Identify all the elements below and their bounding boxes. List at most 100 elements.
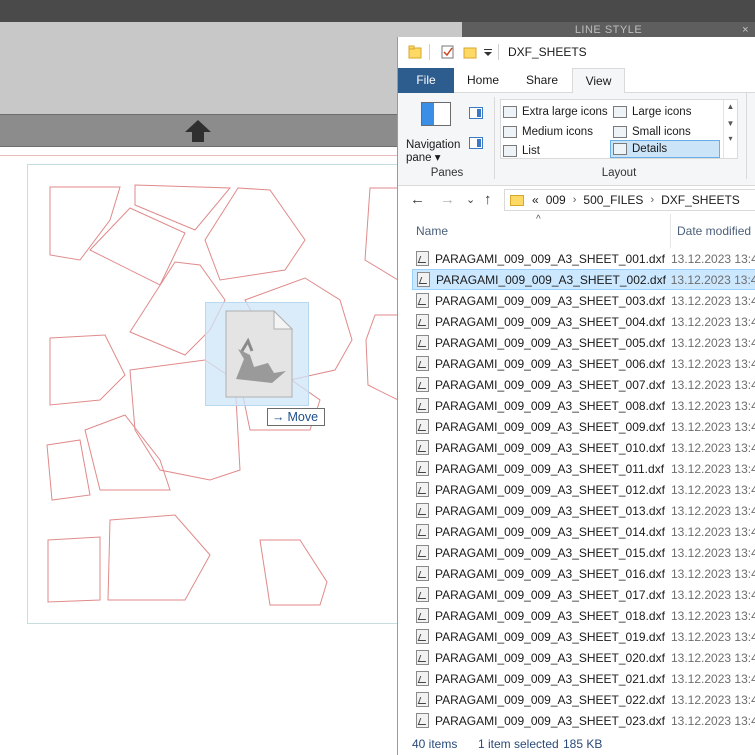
file-date: 13.12.2023 13:4 <box>671 440 755 455</box>
dxf-file-icon <box>416 713 429 728</box>
shape-piece <box>46 439 91 501</box>
chevron-right-icon[interactable]: › <box>650 194 654 206</box>
file-row[interactable]: PARAGAMI_009_009_A3_SHEET_006.dxf 13.12.2… <box>412 353 755 374</box>
file-row[interactable]: PARAGAMI_009_009_A3_SHEET_020.dxf 13.12.2… <box>412 647 755 668</box>
file-row[interactable]: PARAGAMI_009_009_A3_SHEET_003.dxf 13.12.2… <box>412 290 755 311</box>
file-date: 13.12.2023 13:4 <box>671 314 755 329</box>
preview-pane-icon[interactable] <box>469 107 483 119</box>
file-row[interactable]: PARAGAMI_009_009_A3_SHEET_015.dxf 13.12.2… <box>412 542 755 563</box>
move-arrow-icon: → <box>272 410 285 424</box>
new-folder-icon[interactable] <box>463 45 477 59</box>
details-pane-icon[interactable] <box>469 137 483 149</box>
layout-label: Small icons <box>632 126 691 138</box>
file-name: PARAGAMI_009_009_A3_SHEET_023.dxf <box>435 713 665 728</box>
file-name: PARAGAMI_009_009_A3_SHEET_007.dxf <box>435 377 665 392</box>
file-row[interactable]: PARAGAMI_009_009_A3_SHEET_023.dxf 13.12.2… <box>412 710 755 730</box>
file-name: PARAGAMI_009_009_A3_SHEET_008.dxf <box>435 398 665 413</box>
gallery-expand-icon[interactable]: ▾ <box>724 134 737 143</box>
file-name: PARAGAMI_009_009_A3_SHEET_019.dxf <box>435 629 665 644</box>
tab-home[interactable]: Home <box>455 68 511 93</box>
tab-share[interactable]: Share <box>513 68 571 93</box>
tab-view[interactable]: View <box>572 68 625 94</box>
gallery-scroll[interactable]: ▲ ▼ ▾ <box>723 100 737 158</box>
layout-details[interactable]: Details <box>610 140 720 158</box>
layout-extra-large-icons[interactable]: Extra large icons <box>503 103 608 121</box>
dxf-file-icon <box>416 503 429 518</box>
dxf-file-icon <box>416 566 429 581</box>
layout-large-icons[interactable]: Large icons <box>613 103 691 121</box>
back-arrow-icon[interactable]: ← <box>410 191 425 208</box>
dxf-file-icon <box>416 545 429 560</box>
layout-label: Details <box>632 143 668 155</box>
up-folder-icon[interactable]: ↑ <box>484 191 492 208</box>
layout-medium-icons[interactable]: Medium icons <box>503 123 593 141</box>
recent-locations-icon[interactable]: ⌄ <box>466 193 475 206</box>
layout-small-icons[interactable]: Small icons <box>613 123 691 141</box>
file-row[interactable]: PARAGAMI_009_009_A3_SHEET_013.dxf 13.12.2… <box>412 500 755 521</box>
scroll-down-icon[interactable]: ▼ <box>724 119 737 128</box>
file-row[interactable]: PARAGAMI_009_009_A3_SHEET_011.dxf 13.12.2… <box>412 458 755 479</box>
breadcrumb-500-files[interactable]: 500_FILES <box>583 193 643 207</box>
file-row[interactable]: PARAGAMI_009_009_A3_SHEET_005.dxf 13.12.2… <box>412 332 755 353</box>
chevron-right-icon[interactable]: › <box>573 194 577 206</box>
file-row[interactable]: PARAGAMI_009_009_A3_SHEET_017.dxf 13.12.2… <box>412 584 755 605</box>
file-name: PARAGAMI_009_009_A3_SHEET_017.dxf <box>435 587 665 602</box>
column-date-modified[interactable]: Date modified <box>677 224 751 238</box>
shape-piece <box>49 334 126 406</box>
scroll-up-icon[interactable]: ▲ <box>724 102 737 111</box>
file-row[interactable]: PARAGAMI_009_009_A3_SHEET_019.dxf 13.12.2… <box>412 626 755 647</box>
dxf-file-icon <box>416 377 429 392</box>
file-row[interactable]: PARAGAMI_009_009_A3_SHEET_009.dxf 13.12.2… <box>412 416 755 437</box>
file-row[interactable]: PARAGAMI_009_009_A3_SHEET_021.dxf 13.12.2… <box>412 668 755 689</box>
forward-arrow-icon[interactable]: → <box>440 191 455 208</box>
file-name: PARAGAMI_009_009_A3_SHEET_010.dxf <box>435 440 665 455</box>
current-view-group[interactable] <box>746 93 755 179</box>
file-row[interactable]: PARAGAMI_009_009_A3_SHEET_004.dxf 13.12.2… <box>412 311 755 332</box>
file-row[interactable]: PARAGAMI_009_009_A3_SHEET_008.dxf 13.12.2… <box>412 395 755 416</box>
properties-icon[interactable] <box>441 45 455 59</box>
file-date: 13.12.2023 13:4 <box>671 650 755 665</box>
file-name: PARAGAMI_009_009_A3_SHEET_022.dxf <box>435 692 665 707</box>
file-row[interactable]: PARAGAMI_009_009_A3_SHEET_018.dxf 13.12.2… <box>412 605 755 626</box>
customize-toolbar-icon[interactable] <box>483 49 493 57</box>
layout-list[interactable]: List <box>503 142 540 160</box>
file-row[interactable]: PARAGAMI_009_009_A3_SHEET_002.dxf 13.12.2… <box>412 269 755 290</box>
folder-icon <box>510 194 524 206</box>
file-name: PARAGAMI_009_009_A3_SHEET_002.dxf <box>436 272 666 287</box>
navigation-pane-icon <box>421 102 451 126</box>
file-date: 13.12.2023 13:4 <box>671 524 755 539</box>
column-separator[interactable] <box>670 214 671 248</box>
file-row[interactable]: PARAGAMI_009_009_A3_SHEET_007.dxf 13.12.2… <box>412 374 755 395</box>
file-date: 13.12.2023 13:4 <box>671 398 755 413</box>
file-row[interactable]: PARAGAMI_009_009_A3_SHEET_001.dxf 13.12.2… <box>412 248 755 269</box>
move-tooltip: → Move <box>267 408 326 426</box>
file-row[interactable]: PARAGAMI_009_009_A3_SHEET_016.dxf 13.12.2… <box>412 563 755 584</box>
dxf-file-icon <box>416 293 429 308</box>
file-date: 13.12.2023 13:4 <box>671 377 755 392</box>
dxf-file-icon <box>416 461 429 476</box>
file-date: 13.12.2023 13:4 <box>670 272 755 287</box>
tab-file[interactable]: File <box>398 68 454 93</box>
dropdown-caret-icon: ▾ <box>434 152 441 164</box>
breadcrumb-dxf-sheets[interactable]: DXF_SHEETS <box>661 193 740 207</box>
address-bar[interactable]: « 009 › 500_FILES › DXF_SHEETS <box>504 189 755 211</box>
breadcrumb-overflow[interactable]: « <box>532 193 539 207</box>
file-row[interactable]: PARAGAMI_009_009_A3_SHEET_022.dxf 13.12.2… <box>412 689 755 710</box>
details-icon <box>613 143 627 155</box>
column-name[interactable]: Name <box>416 224 448 238</box>
navigation-pane-button[interactable]: Navigation pane ▾ <box>406 99 466 164</box>
drag-ghost[interactable] <box>205 302 309 406</box>
file-row[interactable]: PARAGAMI_009_009_A3_SHEET_010.dxf 13.12.2… <box>412 437 755 458</box>
dxf-file-icon <box>417 272 430 287</box>
file-row[interactable]: PARAGAMI_009_009_A3_SHEET_012.dxf 13.12.2… <box>412 479 755 500</box>
file-row[interactable]: PARAGAMI_009_009_A3_SHEET_014.dxf 13.12.2… <box>412 521 755 542</box>
column-header: ^ Name Date modified <box>398 214 755 248</box>
file-name: PARAGAMI_009_009_A3_SHEET_006.dxf <box>435 356 665 371</box>
large-icons-icon <box>613 106 627 118</box>
shape-piece <box>365 314 399 401</box>
small-icons-icon <box>613 126 627 138</box>
file-name: PARAGAMI_009_009_A3_SHEET_018.dxf <box>435 608 665 623</box>
breadcrumb-009[interactable]: 009 <box>546 193 566 207</box>
dxf-file-icon <box>416 440 429 455</box>
extra-large-icons-icon <box>503 106 517 118</box>
